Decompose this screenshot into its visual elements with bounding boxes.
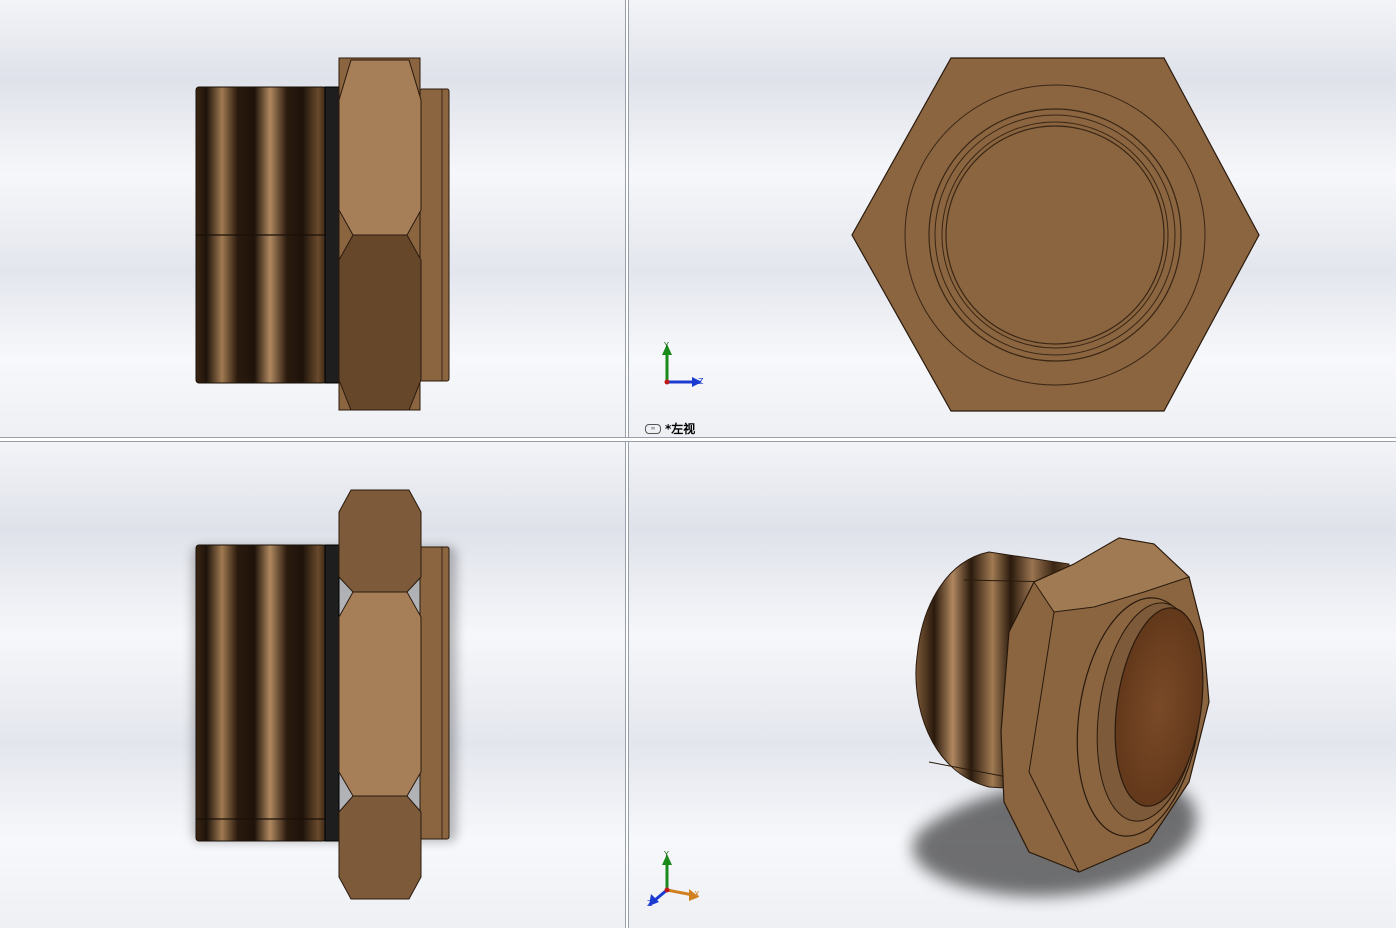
- viewport-bottom-right[interactable]: Y X Z: [629, 442, 1396, 928]
- view-name: *左视: [665, 422, 696, 436]
- vertical-splitter[interactable]: [625, 0, 629, 928]
- viewport-top-right[interactable]: Y Z ∞ *左视: [629, 0, 1396, 437]
- svg-text:X: X: [694, 890, 700, 899]
- svg-text:Y: Y: [663, 850, 669, 859]
- part-front-view: [195, 57, 450, 411]
- graphics-area[interactable]: Y Z ∞ *左视 Y X Z: [0, 0, 1396, 928]
- collar: [419, 88, 450, 382]
- svg-text:Z: Z: [698, 377, 704, 386]
- horizontal-splitter[interactable]: [0, 437, 1396, 442]
- svg-text:Y: Y: [663, 341, 669, 350]
- viewport-top-left[interactable]: [0, 0, 625, 437]
- view-orientation-label[interactable]: ∞ *左视: [645, 420, 695, 437]
- view-orientation-icon: ∞: [645, 423, 661, 434]
- svg-text:Z: Z: [647, 899, 653, 908]
- coordinate-triad-icon: Y X Z: [647, 850, 700, 908]
- seal-ring: [324, 86, 340, 384]
- coordinate-triad-icon: Y Z: [662, 341, 704, 387]
- viewport-bottom-left[interactable]: [0, 442, 625, 928]
- part-top-view: [192, 489, 457, 900]
